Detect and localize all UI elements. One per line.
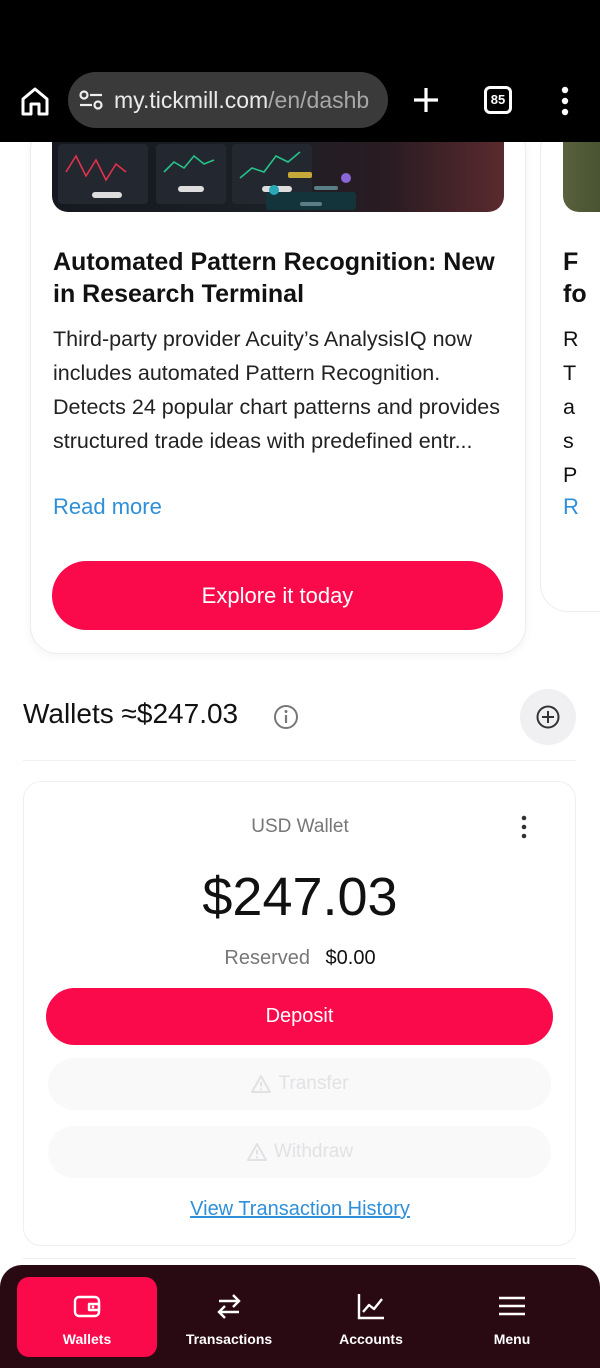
transfer-label: Transfer [278, 1073, 349, 1094]
site-settings-icon[interactable] [78, 88, 104, 112]
nav-item-transactions[interactable]: Transactions [159, 1277, 299, 1357]
wallet-icon [73, 1295, 101, 1318]
wallet-name: USD Wallet [251, 816, 349, 837]
warning-icon [246, 1142, 267, 1161]
divider [23, 760, 576, 761]
browser-toolbar: my.tickmill.com/en/dashb 85 [0, 60, 600, 142]
url-bar[interactable]: my.tickmill.com/en/dashb [68, 72, 388, 128]
plus-circle-icon [536, 705, 560, 729]
home-icon[interactable] [18, 84, 52, 118]
next-card-title: F fo [563, 248, 587, 308]
new-tab-icon[interactable] [410, 84, 442, 116]
arrows-swap-icon [217, 1294, 241, 1319]
next-card-read-more[interactable]: R [563, 494, 579, 520]
news-card-image [52, 142, 504, 212]
tab-switcher-button[interactable]: 85 [484, 86, 512, 114]
withdraw-button[interactable]: Withdraw [48, 1126, 551, 1178]
status-bar [0, 0, 600, 60]
wallets-heading: Wallets ≈$247.03 [23, 698, 239, 729]
reserved-label: Reserved [224, 947, 310, 969]
deposit-button[interactable]: Deposit [46, 988, 553, 1045]
kebab-menu-icon[interactable] [512, 814, 536, 840]
news-card-title: Automated Pattern Recognition: New in Re… [53, 248, 495, 308]
next-news-card-image [563, 142, 600, 212]
news-carousel[interactable]: Automated Pattern Recognition: New in Re… [0, 142, 600, 662]
bottom-nav: Wallets Transactions Accounts Menu [0, 1265, 600, 1368]
more-vert-icon[interactable] [552, 84, 578, 118]
news-card-description: Third-party provider Acuity’s AnalysisIQ… [53, 327, 500, 453]
withdraw-label: Withdraw [273, 1141, 354, 1162]
chart-line-icon [357, 1294, 384, 1320]
nav-item-menu[interactable]: Menu [442, 1277, 582, 1357]
nav-label-transactions: Transactions [185, 1331, 273, 1347]
transfer-button[interactable]: Transfer [48, 1058, 551, 1110]
nav-label-accounts: Accounts [339, 1331, 403, 1347]
url-text: my.tickmill.com/en/dashb [114, 87, 370, 113]
chart-thumbnail-image [58, 144, 356, 210]
nav-item-wallets[interactable]: Wallets [17, 1277, 157, 1357]
view-transaction-history-link[interactable]: View Transaction History [0, 1198, 600, 1221]
reserved-value: $0.00 [325, 947, 376, 969]
explore-button[interactable]: Explore it today [52, 561, 503, 630]
info-icon[interactable] [273, 704, 299, 730]
add-wallet-button[interactable] [520, 689, 576, 745]
next-card-description: R T a s P [563, 327, 579, 487]
nav-label-menu: Menu [493, 1331, 531, 1347]
nav-label-wallets: Wallets [62, 1331, 112, 1347]
read-more-link[interactable]: Read more [53, 494, 162, 520]
hamburger-icon [499, 1296, 525, 1316]
nav-item-accounts[interactable]: Accounts [301, 1277, 441, 1357]
warning-icon [251, 1074, 272, 1093]
wallet-balance: $247.03 [202, 867, 398, 927]
reserved-row: Reserved $0.00 [0, 947, 600, 970]
divider [23, 1258, 576, 1259]
